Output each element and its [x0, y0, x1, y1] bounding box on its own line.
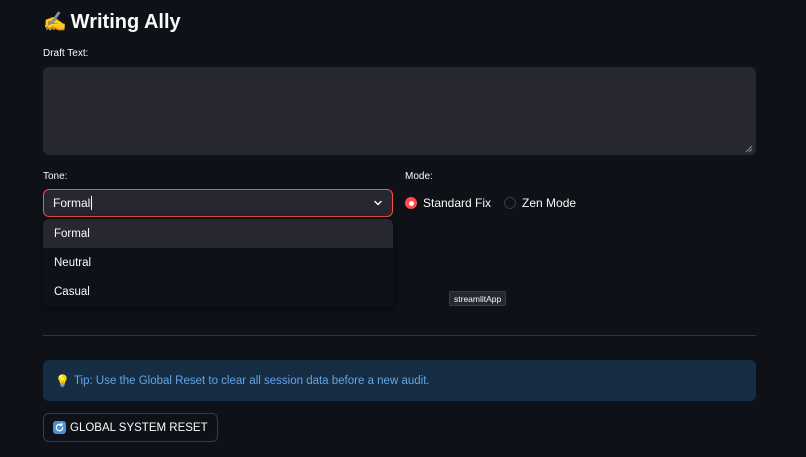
tone-label: Tone: — [43, 171, 68, 182]
app-root: ✍️ Writing Ally Draft Text: Tone: Formal… — [0, 0, 806, 457]
tip-info-box: 💡 Tip: Use the Global Reset to clear all… — [43, 360, 756, 401]
tone-dropdown-menu: Formal Neutral Casual — [43, 219, 393, 307]
divider — [43, 335, 756, 336]
global-system-reset-button[interactable]: GLOBAL SYSTEM RESET — [43, 413, 218, 442]
light-bulb-icon: 💡 — [55, 373, 70, 388]
writing-hand-icon: ✍️ — [43, 11, 67, 33]
page-title: ✍️ Writing Ally — [43, 9, 181, 35]
refresh-icon — [53, 421, 66, 434]
chevron-down-icon[interactable] — [372, 197, 384, 209]
tone-option-formal[interactable]: Formal — [43, 219, 393, 248]
reset-button-label: GLOBAL SYSTEM RESET — [70, 421, 208, 434]
page-title-text: Writing Ally — [70, 10, 181, 33]
mode-radio-label: Zen Mode — [522, 196, 577, 210]
mode-radio-standard-fix[interactable]: Standard Fix — [405, 196, 491, 210]
streamlit-app-tooltip: streamlitApp — [449, 291, 507, 306]
radio-unselected-icon — [504, 197, 517, 209]
draft-text-label: Draft Text: — [43, 48, 89, 59]
mode-radio-group: Standard Fix Zen Mode — [405, 196, 576, 210]
mode-radio-label: Standard Fix — [423, 196, 492, 210]
tip-text: Tip: Use the Global Reset to clear all s… — [73, 374, 430, 387]
tone-select[interactable]: Formal — [43, 189, 393, 217]
tone-option-casual[interactable]: Casual — [43, 277, 393, 306]
mode-label: Mode: — [405, 171, 433, 182]
text-cursor — [91, 196, 93, 210]
tone-option-neutral[interactable]: Neutral — [43, 248, 393, 277]
radio-selected-icon — [405, 197, 417, 209]
mode-radio-zen-mode[interactable]: Zen Mode — [504, 196, 576, 210]
tone-select-value: Formal — [53, 196, 91, 210]
resize-grip-icon[interactable] — [745, 145, 753, 153]
draft-text-input[interactable] — [43, 67, 756, 155]
